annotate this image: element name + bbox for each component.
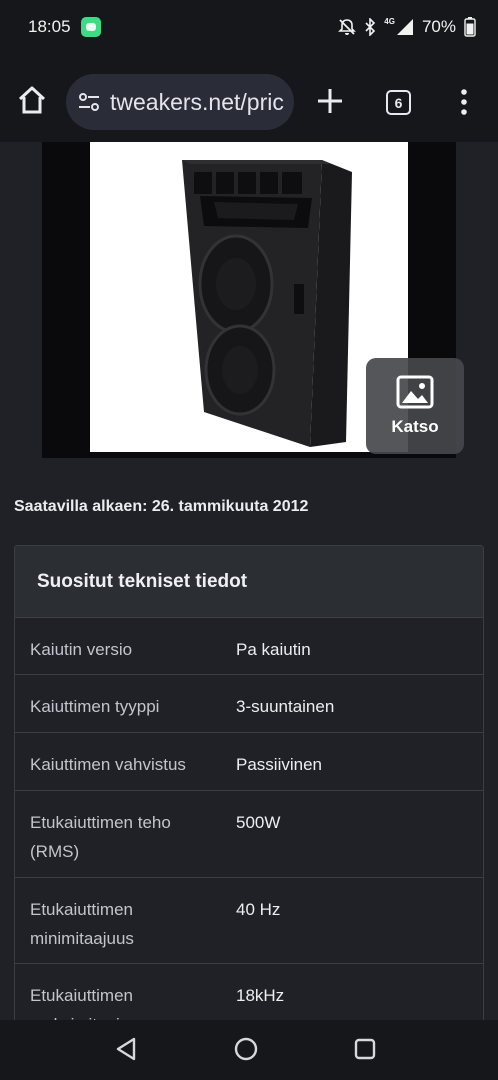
url-text[interactable]: tweakers.net/pric xyxy=(110,89,284,116)
specs-title: Suositut tekniset tiedot xyxy=(37,570,248,592)
signal-icon xyxy=(396,19,413,35)
spec-row: Kaiuttimen vahvistus Passiivinen xyxy=(15,733,483,791)
home-icon[interactable] xyxy=(16,84,48,116)
spec-row: Kaiutin versio Pa kaiutin xyxy=(15,618,483,675)
page-content: Katso Saatavilla alkaen: 26. tammikuuta … xyxy=(0,142,498,1020)
recents-icon[interactable] xyxy=(350,1034,380,1064)
spec-key: Kaiutin versio xyxy=(30,640,133,659)
specs-card: Suositut tekniset tiedot Kaiutin versio … xyxy=(14,545,484,1020)
system-nav-bar xyxy=(0,1020,498,1080)
do-not-disturb-icon xyxy=(338,19,357,35)
spec-row: Etukaiuttimen minimitaajuus 40 Hz xyxy=(15,878,483,964)
image-icon xyxy=(396,375,434,409)
product-image[interactable] xyxy=(90,142,408,452)
tabs-icon[interactable]: 6 xyxy=(386,90,411,115)
home-circle-icon[interactable] xyxy=(231,1034,261,1064)
browser-toolbar: tweakers.net/pric 6 xyxy=(0,54,498,142)
spec-value: Passiivinen xyxy=(236,755,322,774)
status-time: 18:05 xyxy=(28,17,71,36)
speaker-image xyxy=(182,160,352,447)
new-tab-icon[interactable] xyxy=(316,87,344,115)
spec-key: Etukaiuttimen teho (RMS) xyxy=(30,813,171,861)
tab-count: 6 xyxy=(394,94,403,111)
back-icon[interactable] xyxy=(112,1034,142,1064)
status-icons: 4G 70% xyxy=(338,17,476,37)
spec-key: Kaiuttimen tyyppi xyxy=(30,697,160,716)
spec-value: 500W xyxy=(236,813,281,832)
status-bar: 18:05 4G 70% xyxy=(0,0,498,54)
spec-value: 3-suuntainen xyxy=(236,697,335,716)
spec-value: 40 Hz xyxy=(236,900,281,919)
spec-row: Etukaiuttimen teho (RMS) 500W xyxy=(15,791,483,878)
spec-row: Etukaiuttimen maksimitaajuus 18kHz xyxy=(15,964,483,1020)
battery-percent: 70% xyxy=(421,17,456,36)
spec-row: Kaiuttimen tyyppi 3-suuntainen xyxy=(15,675,483,733)
view-gallery-button[interactable]: Katso xyxy=(366,358,464,454)
site-settings-icon[interactable] xyxy=(78,91,100,113)
network-type-label: 4G xyxy=(384,17,395,26)
spec-value: 18kHz xyxy=(236,986,285,1005)
bluetooth-icon xyxy=(365,18,376,36)
spec-key: Etukaiuttimen minimitaajuus xyxy=(30,900,134,948)
address-bar[interactable]: tweakers.net/pric xyxy=(66,74,294,130)
view-gallery-label: Katso xyxy=(391,417,439,436)
spec-key: Etukaiuttimen maksimitaajuus xyxy=(30,986,147,1020)
notification-app-icon xyxy=(80,17,101,37)
menu-icon[interactable] xyxy=(456,88,472,116)
specs-header: Suositut tekniset tiedot xyxy=(15,546,483,618)
availability-text: Saatavilla alkaen: 26. tammikuuta 2012 xyxy=(14,498,309,515)
spec-key: Kaiuttimen vahvistus xyxy=(30,755,186,774)
spec-value: Pa kaiutin xyxy=(236,640,311,659)
battery-icon xyxy=(464,17,476,37)
